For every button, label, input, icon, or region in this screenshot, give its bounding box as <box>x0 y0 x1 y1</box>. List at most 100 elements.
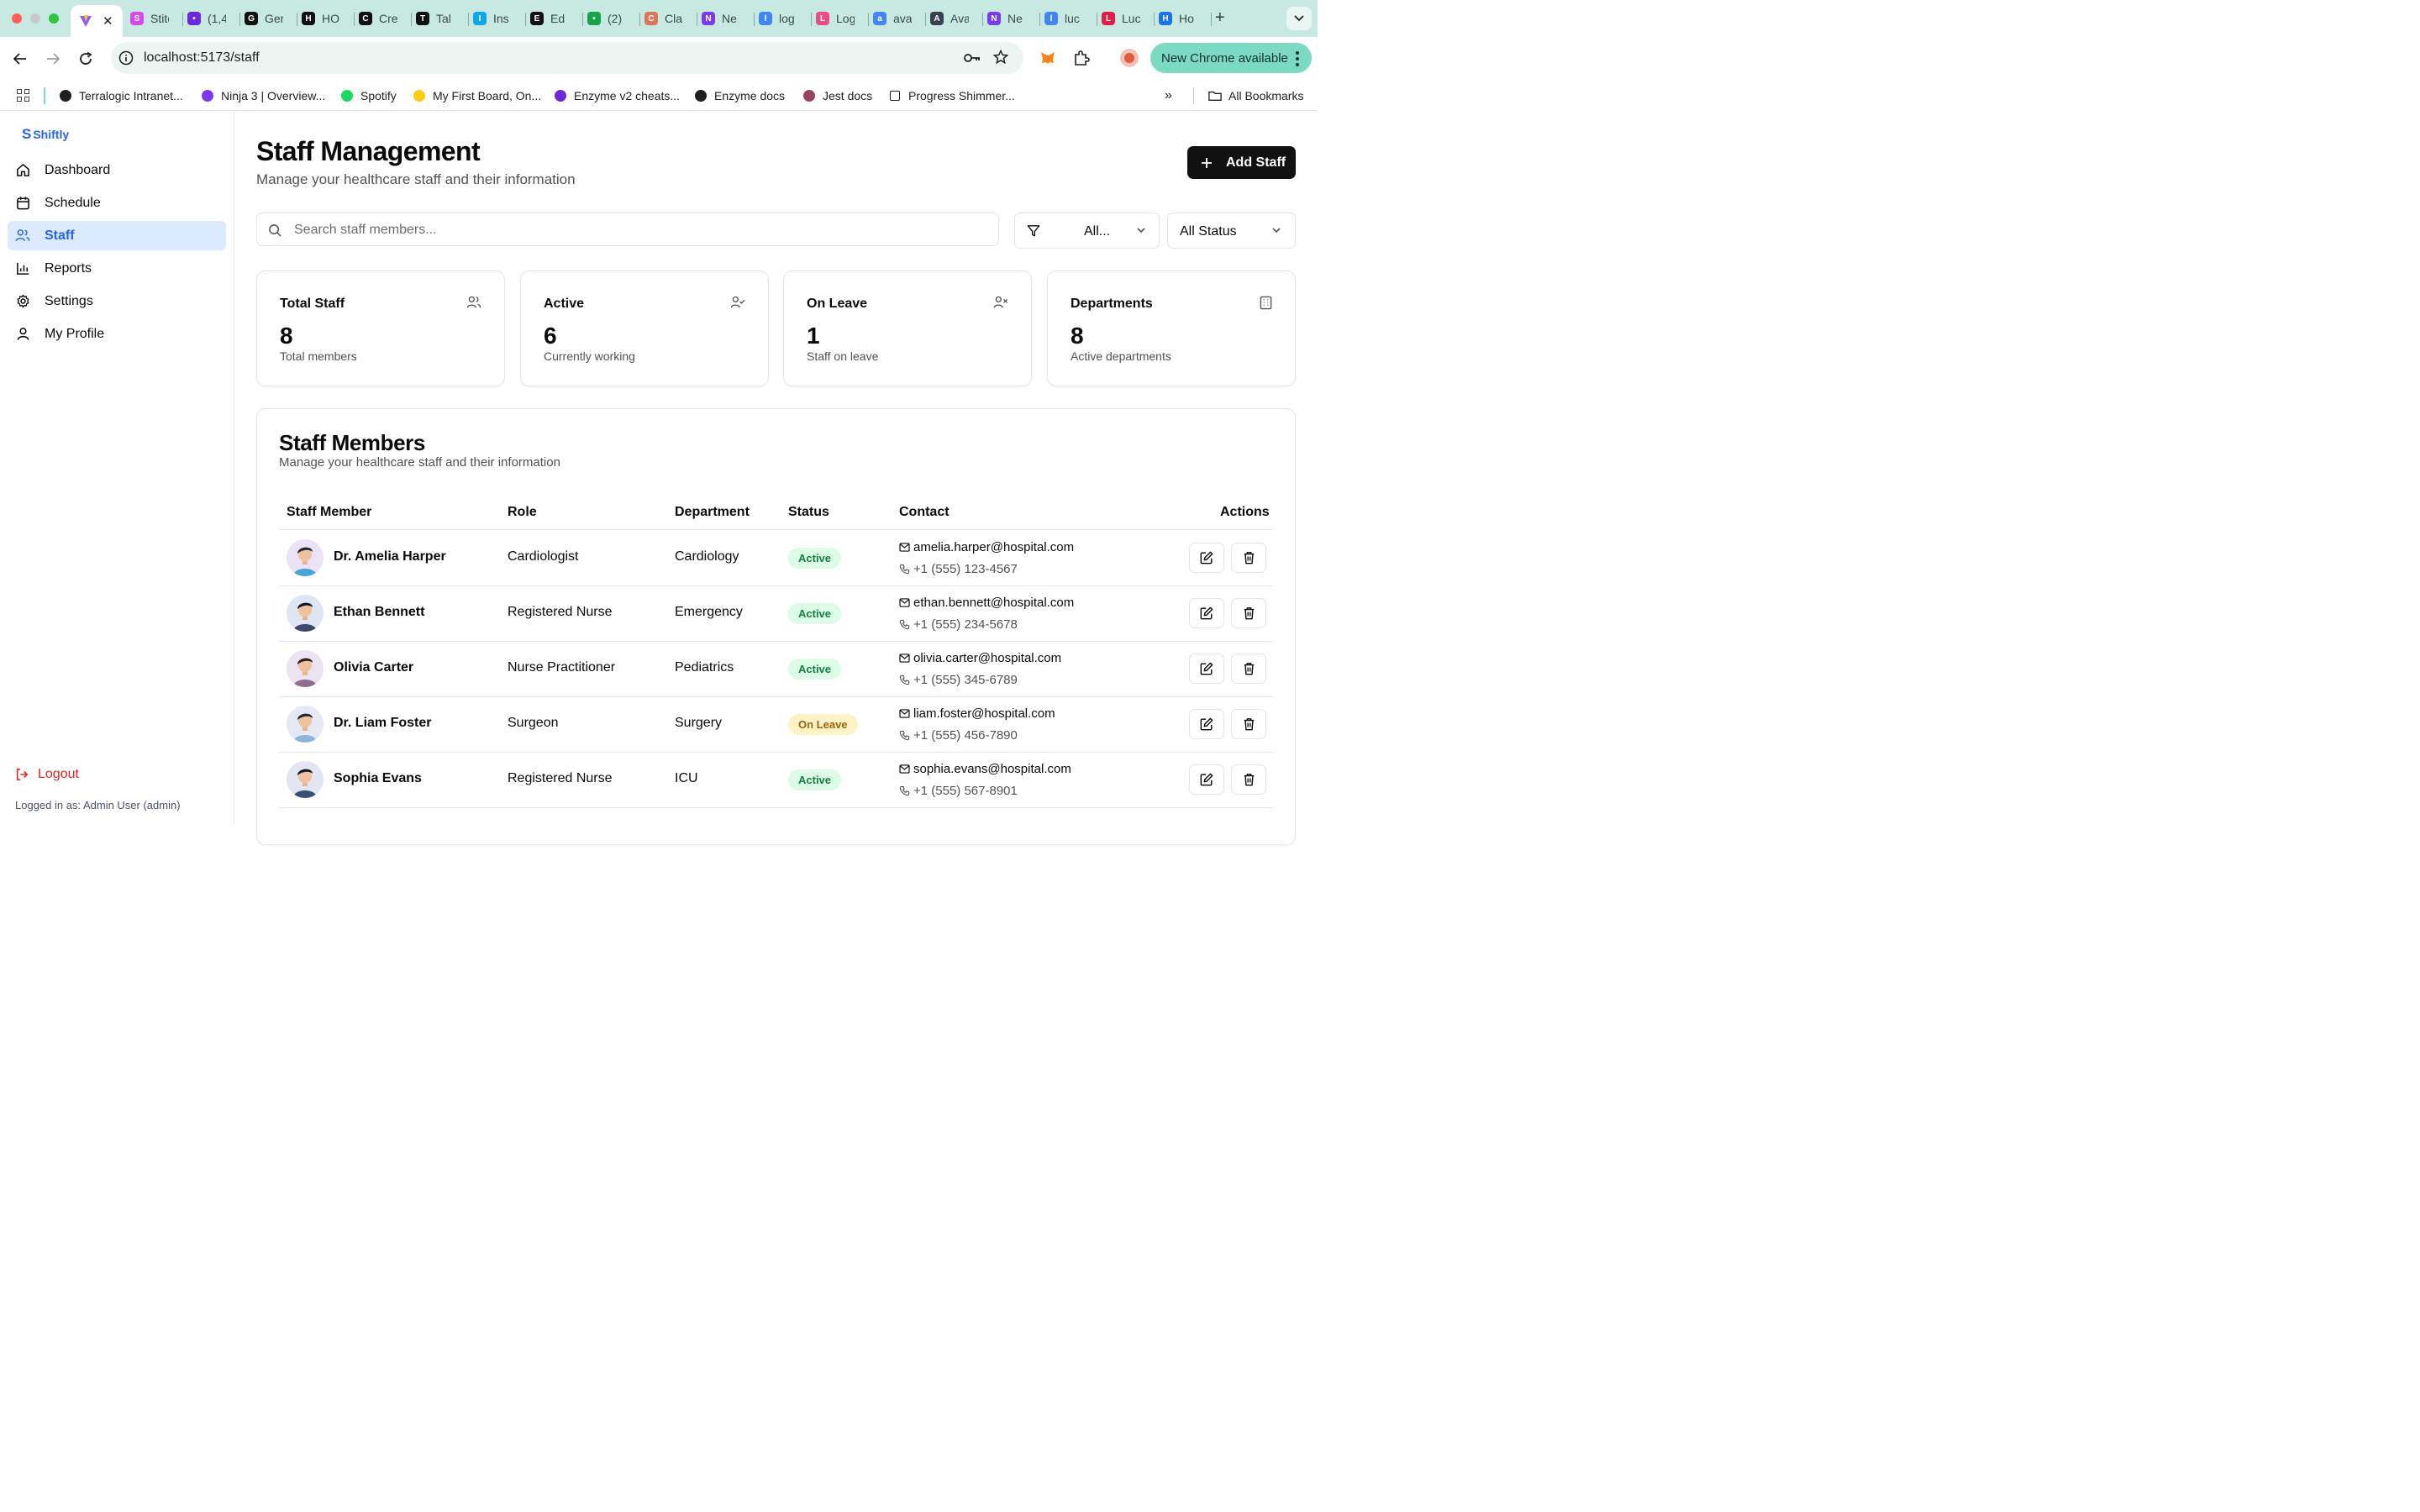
contact-phone[interactable]: +1 (555) 123-4567 <box>899 560 1074 577</box>
bookmark-item[interactable]: Terralogic Intranet... <box>59 87 183 104</box>
bookmark-item[interactable]: My First Board, On... <box>413 87 541 104</box>
more-vert-icon[interactable] <box>1296 51 1299 66</box>
browser-tab[interactable]: C Cre <box>359 7 412 30</box>
search-staff-input[interactable]: Search staff members... <box>256 213 999 246</box>
contact-email[interactable]: amelia.harper@hospital.com <box>899 538 1074 555</box>
status-filter-select[interactable]: All Status <box>1167 213 1296 249</box>
staff-name[interactable]: Ethan Bennett <box>334 605 424 620</box>
browser-tab[interactable]: I Ins <box>473 7 526 30</box>
address-bar[interactable]: localhost:5173/staff <box>111 42 1023 74</box>
browser-tab[interactable]: G Gem <box>245 7 297 30</box>
staff-name[interactable]: Olivia Carter <box>334 660 413 675</box>
bookmark-item[interactable]: Enzyme v2 cheats... <box>554 87 680 104</box>
contact-phone[interactable]: +1 (555) 234-5678 <box>899 616 1074 633</box>
browser-tab[interactable]: • (2) <box>587 7 640 30</box>
table-row[interactable]: Olivia Carter Nurse Practitioner Pediatric… <box>279 641 1273 697</box>
bookmark-item[interactable]: Progress Shimmer... <box>888 87 1015 104</box>
edit-staff-button[interactable] <box>1189 543 1224 573</box>
edit-staff-button[interactable] <box>1189 709 1224 739</box>
delete-staff-button[interactable] <box>1231 709 1266 739</box>
site-info-icon[interactable] <box>118 50 134 66</box>
edit-staff-button[interactable] <box>1189 598 1224 628</box>
bookmark-item[interactable]: Ninja 3 | Overview... <box>201 87 325 104</box>
sidebar-item-reports[interactable]: Reports <box>8 254 226 283</box>
browser-tab[interactable]: S Stitch <box>130 7 183 30</box>
edit-staff-button[interactable] <box>1189 654 1224 684</box>
browser-tab[interactable]: E Ed <box>530 7 583 30</box>
contact-phone[interactable]: +1 (555) 567-8901 <box>899 782 1071 799</box>
browser-tab[interactable]: l luc <box>1044 7 1097 30</box>
bookmark-label: Enzyme docs <box>714 89 786 102</box>
tab-search-button[interactable] <box>1286 7 1312 30</box>
contact-email[interactable]: liam.foster@hospital.com <box>899 705 1055 722</box>
staff-name[interactable]: Dr. Amelia Harper <box>334 549 446 564</box>
sidebar-item-staff[interactable]: Staff <box>8 221 226 250</box>
contact-phone[interactable]: +1 (555) 456-7890 <box>899 727 1055 743</box>
table-row[interactable]: Sophia Evans Registered Nurse ICU Active sop… <box>279 752 1273 808</box>
browser-tab[interactable]: • (1,4 <box>187 7 240 30</box>
contact-email[interactable]: ethan.bennett@hospital.com <box>899 594 1074 611</box>
browser-tab[interactable]: T Tal <box>416 7 469 30</box>
column-header-department[interactable]: Department <box>675 505 750 520</box>
browser-tab-active[interactable]: ✕ <box>71 5 123 37</box>
delete-staff-button[interactable] <box>1231 543 1266 573</box>
table-row[interactable]: Dr. Liam Foster Surgeon Surgery On Leave lia… <box>279 696 1273 753</box>
browser-tab[interactable]: N Ne <box>987 7 1040 30</box>
delete-staff-button[interactable] <box>1231 654 1266 684</box>
contact-email[interactable]: sophia.evans@hospital.com <box>899 760 1071 777</box>
back-button[interactable] <box>10 49 30 69</box>
logout-button[interactable]: Logout <box>15 767 79 782</box>
extensions-icon[interactable] <box>1073 50 1090 66</box>
column-header-contact[interactable]: Contact <box>899 505 950 520</box>
column-header-status[interactable]: Status <box>788 505 829 520</box>
more-bookmarks-chevron-icon[interactable]: » <box>1165 88 1172 103</box>
minimize-window-button[interactable] <box>30 13 40 24</box>
table-row[interactable]: Dr. Amelia Harper Cardiologist Cardiology A… <box>279 530 1273 586</box>
staff-name[interactable]: Dr. Liam Foster <box>334 716 431 731</box>
apps-grid-icon[interactable] <box>17 89 29 102</box>
staff-name[interactable]: Sophia Evans <box>334 771 422 786</box>
browser-tab[interactable]: L Log <box>816 7 869 30</box>
browser-tab[interactable]: H HO <box>302 7 355 30</box>
sidebar-item-dashboard[interactable]: Dashboard <box>8 155 226 185</box>
contact-email[interactable]: olivia.carter@hospital.com <box>899 649 1061 666</box>
browser-tab[interactable]: a ava <box>873 7 926 30</box>
table-row[interactable]: Ethan Bennett Registered Nurse Emergency Ac… <box>279 585 1273 642</box>
column-header-role[interactable]: Role <box>508 505 537 520</box>
close-tab-icon[interactable]: ✕ <box>103 13 113 29</box>
sidebar-item-schedule[interactable]: Schedule <box>8 188 226 218</box>
forward-button[interactable] <box>43 49 63 69</box>
bookmark-item[interactable]: Spotify <box>340 87 397 104</box>
star-icon[interactable] <box>993 50 1008 65</box>
delete-staff-button[interactable] <box>1231 764 1266 795</box>
profile-avatar[interactable] <box>1120 49 1139 67</box>
column-header-staff-member[interactable]: Staff Member <box>287 505 371 520</box>
browser-tab[interactable]: l log <box>759 7 812 30</box>
bookmark-item[interactable]: Enzyme docs <box>694 87 785 104</box>
edit-staff-button[interactable] <box>1189 764 1224 795</box>
add-staff-button[interactable]: Add Staff <box>1187 146 1296 179</box>
close-window-button[interactable] <box>12 13 22 24</box>
reload-button[interactable] <box>76 49 96 69</box>
url-text[interactable]: localhost:5173/staff <box>144 50 260 66</box>
browser-tab[interactable]: A Ava <box>930 7 983 30</box>
delete-staff-button[interactable] <box>1231 598 1266 628</box>
key-icon[interactable] <box>964 50 981 66</box>
maximize-window-button[interactable] <box>49 13 59 24</box>
browser-tab[interactable]: L Luc <box>1102 7 1155 30</box>
contact-phone[interactable]: +1 (555) 345-6789 <box>899 671 1061 688</box>
all-bookmarks-button[interactable]: All Bookmarks <box>1208 87 1303 104</box>
new-tab-button[interactable]: + <box>1215 9 1225 26</box>
metamask-extension-icon[interactable] <box>1039 50 1056 66</box>
brand-logo[interactable]: S Shiftly <box>22 126 69 143</box>
new-chrome-available-button[interactable]: New Chrome available <box>1150 43 1312 73</box>
department-filter-select[interactable]: All... <box>1014 213 1160 249</box>
browser-tab-title: (1,4 <box>208 12 226 25</box>
bookmark-item[interactable]: Jest docs <box>802 87 872 104</box>
sidebar-item-settings[interactable]: Settings <box>8 286 226 316</box>
browser-tab[interactable]: C Cla <box>644 7 697 30</box>
sidebar-item-my-profile[interactable]: My Profile <box>8 319 226 349</box>
browser-tab[interactable]: H Ho <box>1159 7 1212 30</box>
browser-tab[interactable]: N Ne <box>702 7 755 30</box>
browser-tab-title: Ava <box>950 12 969 25</box>
